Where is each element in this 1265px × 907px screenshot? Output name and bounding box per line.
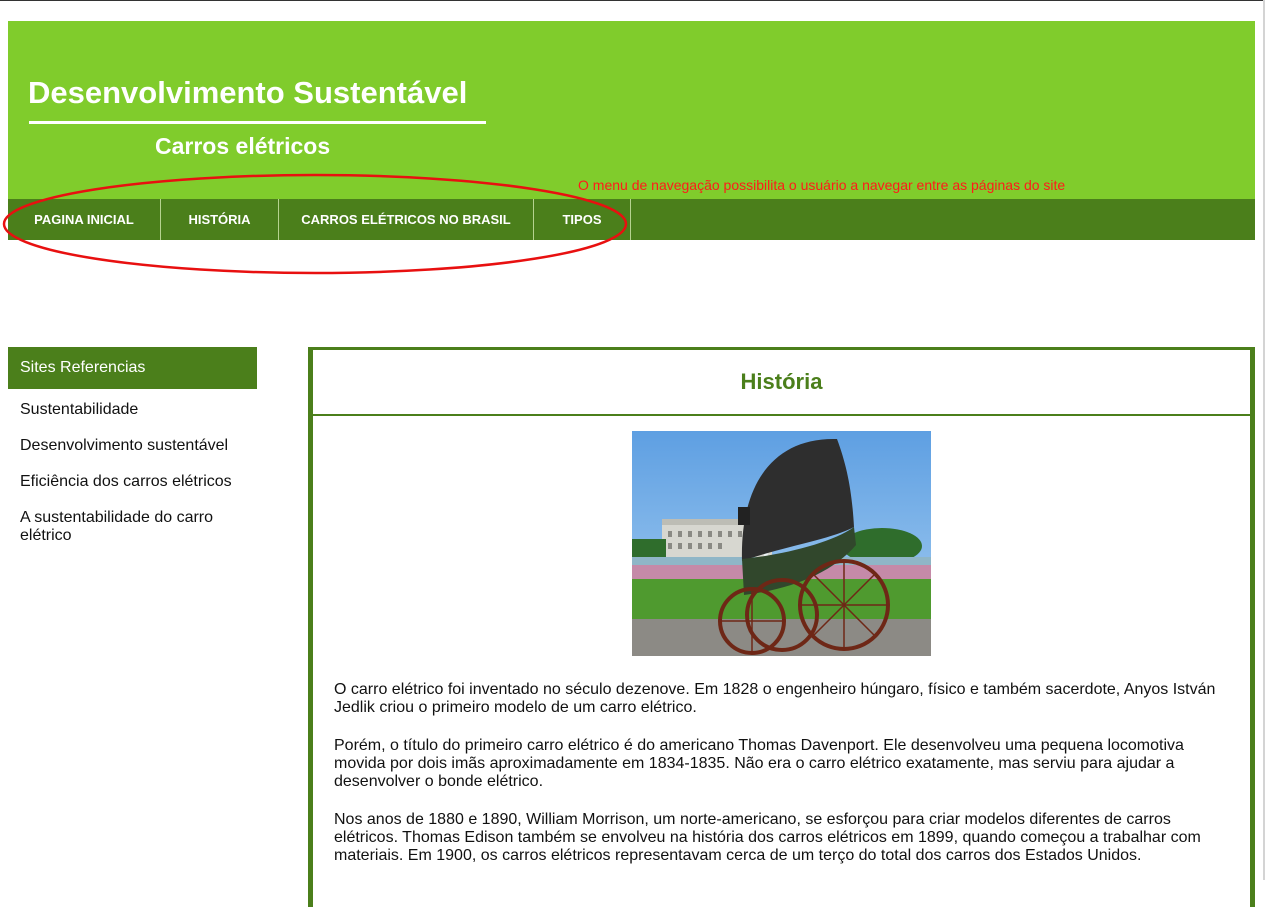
main-content: História O carro elétrico foi inventado … (308, 347, 1255, 907)
nav-list: PAGINA INICIAL HISTÓRIA CARROS ELÉTRICOS… (8, 199, 1255, 240)
title-underline (29, 121, 486, 124)
history-paragraph-1: O carro elétrico foi inventado no século… (334, 681, 1216, 716)
history-paragraph-3: Nos anos de 1880 e 1890, William Morriso… (334, 811, 1201, 864)
site-subtitle: Carros elétricos (155, 133, 331, 159)
nav-item-historia[interactable]: HISTÓRIA (161, 199, 279, 240)
sidebar-heading: Sites Referencias (8, 347, 257, 389)
sidebar: Sites Referencias Sustentabilidade Desen… (8, 347, 257, 551)
sidebar-link-desenvolvimento-sustentavel[interactable]: Desenvolvimento sustentável (8, 425, 247, 461)
sidebar-link-sustentabilidade-carro-eletrico[interactable]: A sustentabilidade do carro elétrico (8, 497, 247, 551)
sidebar-links: Sustentabilidade Desenvolvimento sustent… (8, 389, 257, 551)
main-navbar: PAGINA INICIAL HISTÓRIA CARROS ELÉTRICOS… (8, 199, 1255, 240)
nav-item-pagina-inicial[interactable]: PAGINA INICIAL (8, 199, 161, 240)
site-header: Desenvolvimento Sustentável Carros elétr… (8, 21, 1255, 199)
content-title: História (313, 350, 1250, 416)
sidebar-link-sustentabilidade[interactable]: Sustentabilidade (8, 389, 247, 425)
nav-item-tipos[interactable]: TIPOS (534, 199, 631, 240)
site-title: Desenvolvimento Sustentável (28, 75, 468, 110)
sidebar-link-eficiencia[interactable]: Eficiência dos carros elétricos (8, 461, 247, 497)
history-paragraph-2: Porém, o título do primeiro carro elétri… (334, 737, 1184, 790)
top-border (0, 0, 1265, 1)
nav-item-carros-eletricos-no-brasil[interactable]: CARROS ELÉTRICOS NO BRASIL (279, 199, 534, 240)
electric-carriage-photo (632, 431, 931, 656)
annotation-note: O menu de navegação possibilita o usuári… (578, 177, 1066, 193)
